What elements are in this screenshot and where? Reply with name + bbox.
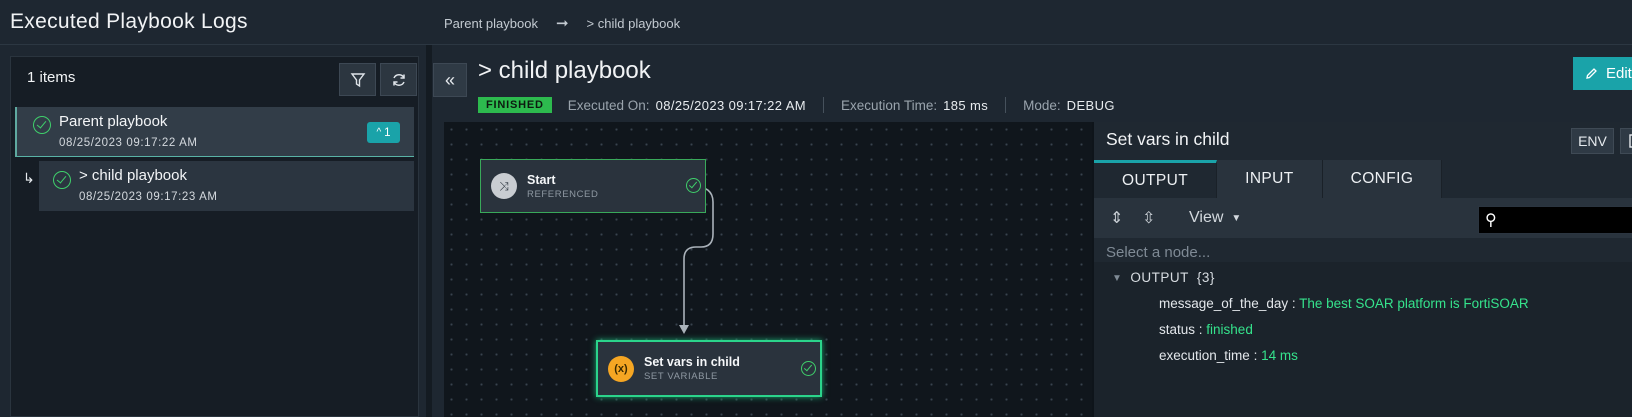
meta-divider — [1005, 97, 1007, 113]
executed-on: Executed On: 08/25/2023 09:17:22 AM — [568, 98, 806, 113]
set-variable-icon: (x) — [608, 355, 634, 382]
expand-all-icon[interactable]: ⇕ — [1110, 208, 1123, 228]
execution-meta: FINISHED Executed On: 08/25/2023 09:17:2… — [478, 97, 1115, 113]
success-check-icon — [801, 360, 816, 376]
log-date: 08/25/2023 09:17:22 AM — [59, 137, 198, 149]
executed-on-label: Executed On: — [567, 97, 650, 113]
output-search-input[interactable]: ⚲ — [1478, 206, 1632, 234]
execution-time-label: Execution Time: — [841, 97, 938, 113]
output-key: execution_time — [1159, 348, 1250, 363]
edit-label: Edit — [1606, 65, 1632, 82]
output-value: 14 ms — [1261, 348, 1298, 363]
meta-divider — [823, 97, 825, 113]
collapse-all-icon[interactable]: ⇳ — [1142, 208, 1155, 228]
output-value: finished — [1206, 322, 1253, 337]
output-key: status — [1159, 322, 1196, 337]
refresh-icon — [392, 73, 405, 86]
view-dropdown[interactable]: View ▼ — [1189, 209, 1241, 227]
tree-root-label: OUTPUT — [1130, 270, 1189, 285]
output-row: status : finished — [1159, 322, 1253, 337]
copy-button[interactable] — [1620, 128, 1632, 154]
child-count-badge[interactable]: ^ 1 — [367, 122, 400, 143]
search-icon: ⚲ — [1485, 212, 1497, 229]
output-value: The best SOAR platform is FortiSOAR — [1299, 296, 1529, 311]
step-detail-panel: Set vars in child ENV OUTPUT INPUT CONFI… — [1092, 122, 1632, 417]
items-count: 1 items — [27, 69, 76, 86]
breadcrumb-parent[interactable]: Parent playbook — [444, 16, 538, 31]
log-row-parent[interactable]: Parent playbook 08/25/2023 09:17:22 AM ^… — [15, 107, 414, 157]
top-header: Executed Playbook Logs Parent playbook ➞… — [0, 0, 1632, 45]
select-node-placeholder[interactable]: Select a node... — [1106, 244, 1210, 261]
node-start[interactable]: ⤨ Start REFERENCED — [480, 159, 706, 213]
output-tree: ▼ OUTPUT {3} message_of_the_day : The be… — [1094, 262, 1632, 417]
child-indent-arrow-icon: ↳ — [23, 170, 35, 186]
breadcrumb-arrow-icon: ➞ — [555, 15, 569, 32]
node-type: SET VARIABLE — [644, 371, 718, 382]
step-title: Set vars in child — [1106, 129, 1230, 149]
output-row: execution_time : 14 ms — [1159, 348, 1298, 363]
filter-icon — [350, 72, 365, 87]
mode-value: DEBUG — [1066, 97, 1115, 113]
edit-button[interactable]: Edit — [1573, 57, 1632, 90]
log-list-panel: 1 items Parent playbook 08/25/2023 09:17… — [10, 56, 419, 417]
output-key: message_of_the_day — [1159, 296, 1289, 311]
executed-on-value: 08/25/2023 09:17:22 AM — [655, 97, 807, 113]
collapse-panel-button[interactable]: « — [433, 63, 467, 97]
env-button[interactable]: ENV — [1571, 128, 1614, 154]
log-date: 08/25/2023 09:17:23 AM — [79, 191, 218, 203]
tab-output[interactable]: OUTPUT — [1094, 160, 1218, 198]
breadcrumb: Parent playbook ➞ > child playbook — [444, 14, 680, 32]
refresh-button[interactable] — [380, 63, 417, 96]
mode-label: Mode: — [1023, 97, 1061, 113]
copy-icon — [1629, 134, 1632, 148]
execution-time-value: 185 ms — [943, 97, 989, 113]
breadcrumb-current: > child playbook — [586, 15, 681, 31]
output-toolbar: ⇕ ⇳ View ▼ ⚲ — [1094, 198, 1632, 238]
caret-down-icon: ▼ — [1112, 273, 1123, 284]
start-icon: ⤨ — [491, 173, 517, 199]
log-title: Parent playbook — [59, 113, 168, 130]
chevron-up-icon: ^ — [376, 127, 382, 138]
playbook-title: > child playbook — [478, 57, 651, 84]
node-name: Set vars in child — [644, 355, 740, 369]
tree-root[interactable]: ▼ OUTPUT {3} — [1112, 270, 1215, 285]
node-type: REFERENCED — [527, 188, 599, 200]
panel-divider[interactable] — [426, 45, 432, 417]
filter-button[interactable] — [339, 63, 376, 96]
output-row: message_of_the_day : The best SOAR platf… — [1159, 296, 1529, 311]
tree-root-count: {3} — [1196, 270, 1215, 285]
status-badge: FINISHED — [478, 97, 552, 113]
node-name: Start — [527, 172, 556, 187]
success-check-icon — [33, 116, 51, 134]
view-label: View — [1189, 209, 1224, 226]
child-count: 1 — [384, 126, 391, 139]
success-check-icon — [53, 171, 71, 189]
page-title: Executed Playbook Logs — [10, 10, 248, 33]
node-set-vars-in-child[interactable]: (x) Set vars in child SET VARIABLE — [596, 340, 822, 397]
mode: Mode: DEBUG — [1023, 98, 1115, 113]
tab-config[interactable]: CONFIG — [1322, 160, 1443, 198]
log-row-child[interactable]: > child playbook 08/25/2023 09:17:23 AM — [39, 161, 414, 211]
log-title: > child playbook — [79, 167, 187, 184]
pencil-icon — [1586, 68, 1597, 79]
detail-tabs: OUTPUT INPUT CONFIG — [1094, 160, 1443, 198]
caret-down-icon: ▼ — [1231, 212, 1242, 224]
playbook-canvas[interactable]: ⤨ Start REFERENCED (x) Set vars in child… — [444, 122, 1092, 417]
success-check-icon — [686, 178, 701, 193]
tab-input[interactable]: INPUT — [1217, 160, 1323, 198]
execution-time: Execution Time: 185 ms — [841, 98, 988, 113]
